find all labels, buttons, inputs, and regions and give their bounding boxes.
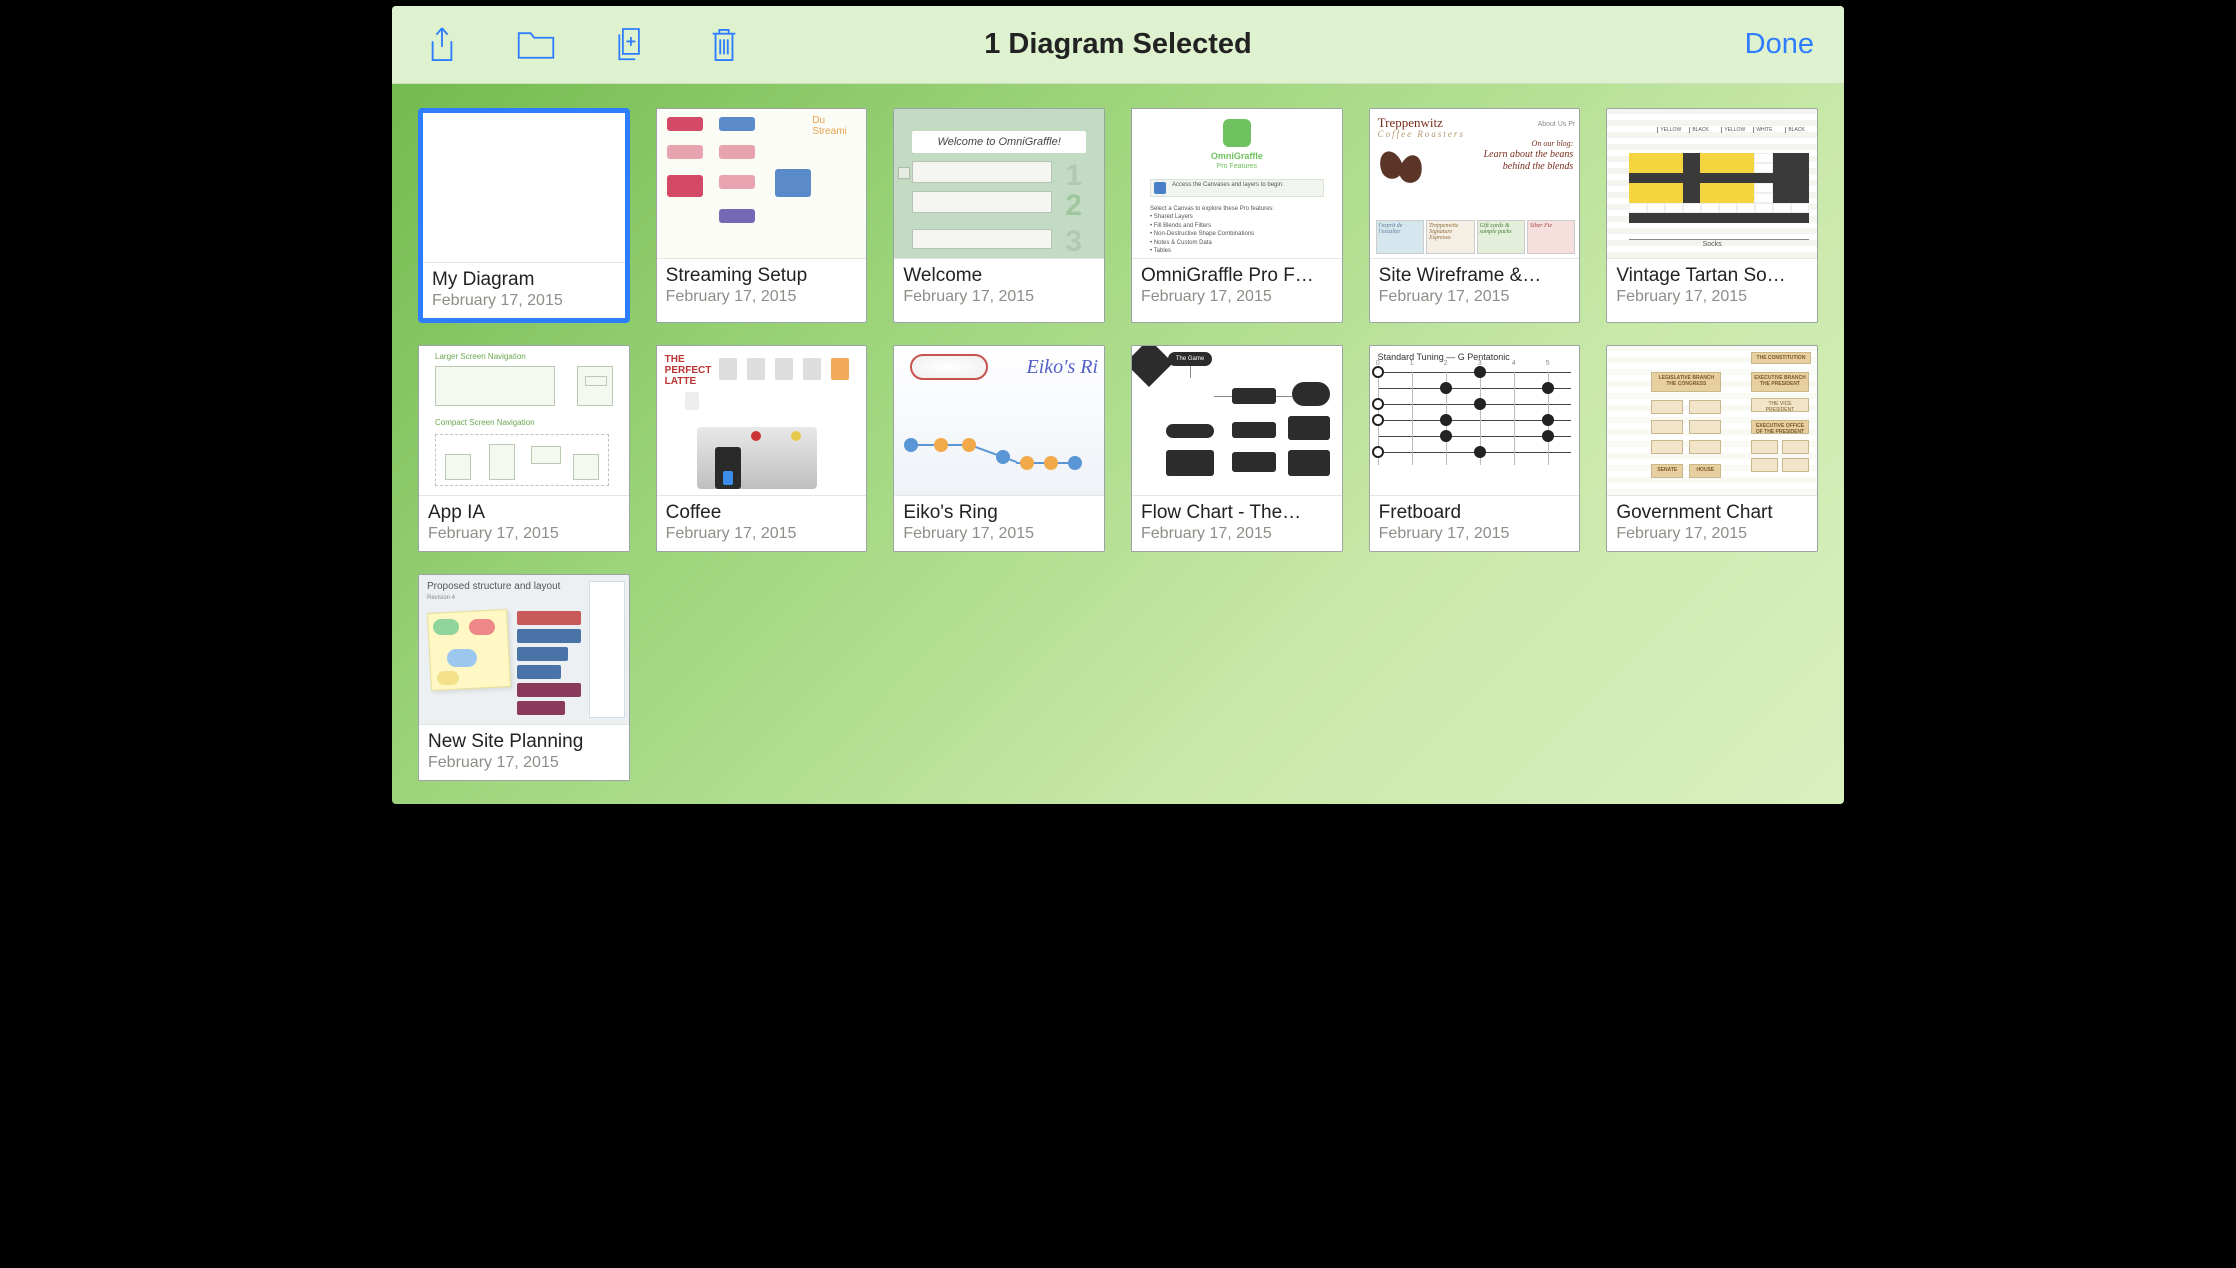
document-item[interactable]: Standard Tuning — G Pentatonic 012345	[1369, 345, 1581, 552]
document-meta: My Diagram February 17, 2015	[423, 263, 625, 318]
document-title: App IA	[428, 502, 620, 524]
document-date: February 17, 2015	[428, 754, 620, 772]
new-document-button[interactable]	[610, 25, 650, 65]
document-date: February 17, 2015	[1379, 288, 1571, 306]
document-meta: Site Wireframe &… February 17, 2015	[1370, 259, 1580, 314]
document-meta: Government Chart February 17, 2015	[1607, 496, 1817, 551]
document-date: February 17, 2015	[1616, 525, 1808, 543]
document-item[interactable]: THEPERFECTLATTE Coffee February 17, 2015	[656, 345, 868, 552]
delete-button[interactable]	[704, 25, 744, 65]
document-item[interactable]: TreppenwitzCoffee Roasters About Us Pr O…	[1369, 108, 1581, 323]
document-date: February 17, 2015	[1379, 525, 1571, 543]
document-meta: Streaming Setup February 17, 2015	[657, 259, 867, 314]
document-title: Flow Chart - The…	[1141, 502, 1333, 524]
thumbnail: TreppenwitzCoffee Roasters About Us Pr O…	[1370, 109, 1580, 259]
document-title: Site Wireframe &…	[1379, 265, 1571, 287]
document-title: Fretboard	[1379, 502, 1571, 524]
documents-area: My Diagram February 17, 2015 DuStreami S…	[392, 84, 1844, 804]
share-icon	[427, 26, 457, 64]
document-item[interactable]: Proposed structure and layout Revision 4…	[418, 574, 630, 781]
document-date: February 17, 2015	[1141, 288, 1333, 306]
trash-icon	[708, 26, 740, 64]
documents-grid: My Diagram February 17, 2015 DuStreami S…	[418, 108, 1818, 781]
thumbnail: YELLOWBLACKYELLOWWHITEBLACK Socks	[1607, 109, 1817, 259]
document-item[interactable]: DuStreami Streaming Setup February 17, 2…	[656, 108, 868, 323]
document-item[interactable]: THE CONSTITUTION LEGISLATIVE BRANCH THE …	[1606, 345, 1818, 552]
document-title: Streaming Setup	[666, 265, 858, 287]
thumbnail: OmniGraffle Pro Features Access the Canv…	[1132, 109, 1342, 259]
thumbnail: Eiko's Ri	[894, 346, 1104, 496]
document-item[interactable]: Eiko's Ri Eiko's Ring February 17, 2015	[893, 345, 1105, 552]
document-title: Eiko's Ring	[903, 502, 1095, 524]
document-date: February 17, 2015	[666, 525, 858, 543]
document-date: February 17, 2015	[903, 288, 1095, 306]
document-meta: New Site Planning February 17, 2015	[419, 725, 629, 780]
document-meta: Eiko's Ring February 17, 2015	[894, 496, 1104, 551]
toolbar: 1 Diagram Selected Done	[392, 6, 1844, 84]
document-date: February 17, 2015	[1616, 288, 1808, 306]
document-item[interactable]: OmniGraffle Pro Features Access the Canv…	[1131, 108, 1343, 323]
document-meta: Fretboard February 17, 2015	[1370, 496, 1580, 551]
document-date: February 17, 2015	[428, 525, 620, 543]
document-date: February 17, 2015	[432, 292, 616, 310]
thumbnail: THEPERFECTLATTE	[657, 346, 867, 496]
document-meta: Coffee February 17, 2015	[657, 496, 867, 551]
thumbnail: Standard Tuning — G Pentatonic 012345	[1370, 346, 1580, 496]
document-meta: App IA February 17, 2015	[419, 496, 629, 551]
document-title: New Site Planning	[428, 731, 620, 753]
done-button[interactable]: Done	[1745, 28, 1814, 61]
document-title: Government Chart	[1616, 502, 1808, 524]
thumbnail: Welcome to OmniGraffle! 1 2 3	[894, 109, 1104, 259]
document-item[interactable]: YELLOWBLACKYELLOWWHITEBLACK Socks Vintag…	[1606, 108, 1818, 323]
device-frame: 1 Diagram Selected Done My Diagram Febru…	[386, 0, 1850, 810]
document-date: February 17, 2015	[666, 288, 858, 306]
document-item[interactable]: My Diagram February 17, 2015	[418, 108, 630, 323]
folder-button[interactable]	[516, 25, 556, 65]
toolbar-left	[422, 25, 744, 65]
document-title: Vintage Tartan So…	[1616, 265, 1808, 287]
document-meta: OmniGraffle Pro F… February 17, 2015	[1132, 259, 1342, 314]
document-item[interactable]: The Game Flow Chart - The… February 17, …	[1131, 345, 1343, 552]
new-document-icon	[614, 26, 646, 64]
document-meta: Flow Chart - The… February 17, 2015	[1132, 496, 1342, 551]
document-item[interactable]: Welcome to OmniGraffle! 1 2 3 Welcome Fe…	[893, 108, 1105, 323]
document-meta: Vintage Tartan So… February 17, 2015	[1607, 259, 1817, 314]
document-meta: Welcome February 17, 2015	[894, 259, 1104, 314]
thumbnail: Proposed structure and layout Revision 4	[419, 575, 629, 725]
thumbnail: THE CONSTITUTION LEGISLATIVE BRANCH THE …	[1607, 346, 1817, 496]
document-title: OmniGraffle Pro F…	[1141, 265, 1333, 287]
document-date: February 17, 2015	[903, 525, 1095, 543]
thumbnail: DuStreami	[657, 109, 867, 259]
document-date: February 17, 2015	[1141, 525, 1333, 543]
screen: 1 Diagram Selected Done My Diagram Febru…	[392, 6, 1844, 804]
thumbnail: The Game	[1132, 346, 1342, 496]
thumbnail: Larger Screen Navigation Compact Screen …	[419, 346, 629, 496]
document-item[interactable]: Larger Screen Navigation Compact Screen …	[418, 345, 630, 552]
document-title: Welcome	[903, 265, 1095, 287]
thumbnail	[423, 113, 625, 263]
folder-icon	[516, 29, 556, 61]
document-title: Coffee	[666, 502, 858, 524]
share-button[interactable]	[422, 25, 462, 65]
document-title: My Diagram	[432, 269, 616, 291]
